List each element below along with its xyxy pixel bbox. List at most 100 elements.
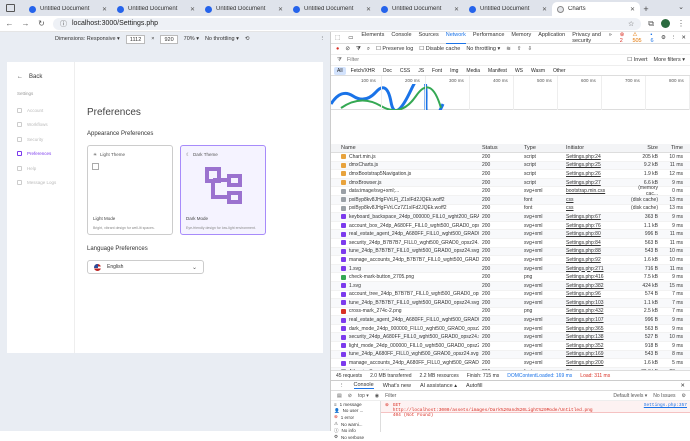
close-drawer-icon[interactable]: ✕: [680, 383, 690, 389]
initiator-link[interactable]: Settings.php:88: [563, 248, 628, 254]
type-filter-manifest[interactable]: Manifest: [485, 67, 510, 75]
sidebar-item-account[interactable]: Account: [17, 106, 56, 114]
warning-count-badge[interactable]: ⚠ 505: [632, 32, 645, 44]
bookmark-star-icon[interactable]: ☆: [628, 20, 634, 28]
drawer-menu-icon[interactable]: ⋮: [339, 383, 345, 389]
tab-memory[interactable]: Memory: [511, 32, 531, 44]
table-row[interactable]: security_24dp_A680FF_FILL0_wght500_GRAD0…: [331, 333, 690, 343]
col-name[interactable]: Name: [331, 145, 479, 151]
initiator-link[interactable]: Settings.php:416: [563, 274, 628, 280]
dark-theme-card[interactable]: ☾ Dark Theme Dark Mode Eye-friendly desi…: [180, 145, 266, 235]
tab-sources[interactable]: Sources: [419, 32, 439, 44]
drawer-tab-autofill[interactable]: Autofill: [466, 383, 483, 389]
initiator-link[interactable]: Settings.php:24: [563, 154, 628, 160]
table-row[interactable]: tune_24dp_A680FF_FILL0_wght500_GRAD0_ops…: [331, 350, 690, 360]
browser-tab[interactable]: Untitled Document ✕: [200, 2, 288, 16]
forward-arrow-icon[interactable]: →: [21, 19, 30, 28]
clear-icon[interactable]: ⊘: [345, 46, 350, 52]
close-tab-icon[interactable]: ✕: [102, 6, 107, 13]
drawer-tab-what-s-new[interactable]: What's new: [383, 383, 411, 389]
table-row[interactable]: account_tree_24dp_B7B7B7_FILL0_wght500_G…: [331, 291, 690, 300]
initiator-link[interactable]: Settings.php:80: [563, 231, 628, 237]
height-input[interactable]: 920: [160, 34, 178, 44]
initiator-link[interactable]: Settings.php:365: [563, 326, 628, 332]
initiator-link[interactable]: css: [563, 205, 628, 211]
invert-checkbox[interactable]: ☐ Invert: [627, 57, 647, 63]
table-row[interactable]: dmxCharts.js 200 script Settings.php:25 9.2 …: [331, 161, 690, 171]
table-row[interactable]: light_mode_24dp_000000_FILL0_wght500_GRA…: [331, 342, 690, 351]
tab-application[interactable]: Application: [538, 32, 565, 44]
tab-console[interactable]: Console: [391, 32, 411, 44]
table-row[interactable]: cross-mark_274c-2.png 200 png Settings.php:…: [331, 308, 690, 317]
table-row[interactable]: tune_24dp_B7B7B7_FILL0_wght500_GRAD0_ops…: [331, 247, 690, 257]
type-filter-wasm[interactable]: Wasm: [528, 67, 548, 75]
issues-badge[interactable]: No Issues: [653, 393, 675, 399]
error-count-badge[interactable]: ⊗ 2: [620, 32, 628, 44]
initiator-link[interactable]: Settings.php:271: [563, 266, 628, 272]
table-row[interactable]: real_estate_agent_24dp_A680FF_FILL0_wght…: [331, 230, 690, 239]
type-filter-img[interactable]: Img: [447, 67, 461, 75]
console-filter-input[interactable]: Filter: [385, 393, 505, 399]
initiator-link[interactable]: Settings.php:169: [563, 351, 628, 357]
close-tab-icon[interactable]: ✕: [454, 6, 459, 13]
browser-tab[interactable]: Untitled Document ✕: [288, 2, 376, 16]
initiator-link[interactable]: Settings.php:138: [563, 334, 628, 340]
wifi-icon[interactable]: ≋: [506, 46, 511, 52]
close-devtools-icon[interactable]: ✕: [681, 35, 686, 41]
tab-list-chevron-icon[interactable]: ⌄: [678, 3, 684, 11]
table-row[interactable]: 1.svg 200 svg+xml Settings.php:382 424 kB 15 …: [331, 281, 690, 291]
menu-kebab-icon[interactable]: ⋮: [677, 19, 685, 28]
drawer-tab-ai-assistance-[interactable]: AI assistance ▴: [420, 383, 457, 389]
console-sidebar-item[interactable]: ⚠ No warni...: [334, 421, 380, 428]
close-tab-icon[interactable]: ✕: [366, 6, 371, 13]
col-status[interactable]: Status: [479, 145, 521, 151]
table-row[interactable]: pxiByp8kv8JHgFVrLFj_Z1xlFd2JQEk.woff2 200…: [331, 195, 690, 205]
import-icon[interactable]: ⇧: [517, 46, 522, 52]
initiator-link[interactable]: css: [563, 197, 628, 203]
network-filter-input[interactable]: Filter: [347, 57, 527, 63]
table-row[interactable]: tune_24dp_B7B7B7_FILL0_wght500_GRAD0_ops…: [331, 299, 690, 308]
table-row[interactable]: keyboard_backspace_24dp_000000_FILL0_wgh…: [331, 213, 690, 222]
initiator-link[interactable]: Settings.php:96: [563, 291, 628, 297]
tab--[interactable]: »: [609, 32, 612, 44]
back-link[interactable]: ← Back: [17, 74, 42, 80]
sidebar-item-help[interactable]: Help: [17, 164, 56, 172]
device-more-icon[interactable]: ⋮: [320, 36, 331, 42]
close-tab-icon[interactable]: ✕: [542, 6, 547, 13]
type-filter-media[interactable]: Media: [463, 67, 483, 75]
type-filter-css[interactable]: CSS: [397, 67, 413, 75]
browser-tab[interactable]: Untitled Document ✕: [24, 2, 112, 16]
browser-tab[interactable]: Charts ✕: [552, 2, 640, 16]
language-select[interactable]: English ⌄: [87, 260, 204, 274]
browser-tab[interactable]: Untitled Document ✕: [112, 2, 200, 16]
back-arrow-icon[interactable]: ←: [5, 19, 14, 28]
console-error-message[interactable]: ⊗ GET http://localhost:3000/assets/image…: [381, 401, 690, 418]
table-row[interactable]: data:image/svg+xml;... 200 svg+xml bootstra…: [331, 185, 690, 197]
info-count-badge[interactable]: ▪ 6: [650, 32, 655, 44]
device-toggle-icon[interactable]: ▭: [348, 35, 353, 41]
console-sidebar-item[interactable]: 👤 No user ...: [334, 408, 380, 415]
disable-cache-checkbox[interactable]: ☐ Disable cache: [419, 46, 460, 52]
type-filter-font[interactable]: Font: [429, 67, 445, 75]
type-filter-all[interactable]: All: [334, 66, 346, 75]
initiator-link[interactable]: Settings.php:200: [563, 360, 628, 366]
settings-gear-icon[interactable]: ⚙: [661, 35, 666, 41]
sidebar-item-workflows[interactable]: Workflows: [17, 121, 56, 129]
table-row[interactable]: dmxBootstrap5Navigation.js 200 script Setti…: [331, 170, 690, 179]
console-clear-icon[interactable]: ⊘: [348, 393, 352, 399]
table-row[interactable]: 1.svg 200 svg+xml Settings.php:271 716 B 11 m…: [331, 264, 690, 274]
search-icon[interactable]: ⌕: [367, 46, 370, 53]
table-row[interactable]: security_24dp_B7B7B7_FILL0_wght500_GRAD0…: [331, 239, 690, 248]
col-initiator[interactable]: Initiator: [563, 145, 628, 151]
context-select[interactable]: top ▾: [358, 393, 369, 399]
tab-privacy-and-security[interactable]: Privacy and security: [572, 32, 602, 44]
export-icon[interactable]: ⇩: [527, 46, 532, 52]
col-time[interactable]: Time: [660, 145, 687, 151]
dimensions-select[interactable]: Dimensions: Responsive ▾: [55, 36, 120, 42]
console-sidebar-item[interactable]: ⚙ No verbose: [334, 434, 380, 441]
zoom-select[interactable]: 70% ▾: [184, 36, 199, 42]
light-theme-card[interactable]: ☀ Light Theme Light Mode Bright, vibrant…: [87, 145, 173, 235]
table-row[interactable]: check-mark-button_2705.png 200 png Settings…: [331, 273, 690, 282]
console-sidebar-item[interactable]: ≡ 1 message: [334, 401, 380, 408]
close-tab-icon[interactable]: ✕: [630, 6, 635, 13]
